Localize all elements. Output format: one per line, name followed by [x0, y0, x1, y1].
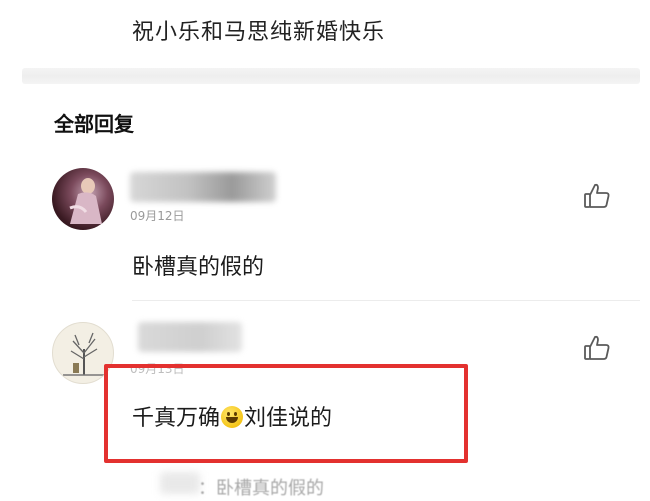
highlight-annotation-box	[104, 364, 468, 463]
reply-quote-text: ：卧槽真的假的	[198, 478, 324, 499]
avatar-person-icon[interactable]	[52, 168, 114, 230]
comment-divider	[132, 300, 640, 301]
comment-date: 09月12日	[130, 209, 185, 223]
post-text: 祝小乐和马思纯新婚快乐	[132, 20, 386, 45]
quote-username-blurred	[160, 472, 200, 494]
section-separator	[22, 68, 640, 84]
username-blurred[interactable]	[130, 172, 276, 202]
comment-text: 卧槽真的假的	[132, 255, 265, 280]
thumbs-up-icon[interactable]	[582, 181, 612, 211]
all-replies-title: 全部回复	[54, 112, 134, 136]
thumbs-up-icon[interactable]	[582, 333, 612, 363]
username-blurred[interactable]	[138, 322, 242, 352]
